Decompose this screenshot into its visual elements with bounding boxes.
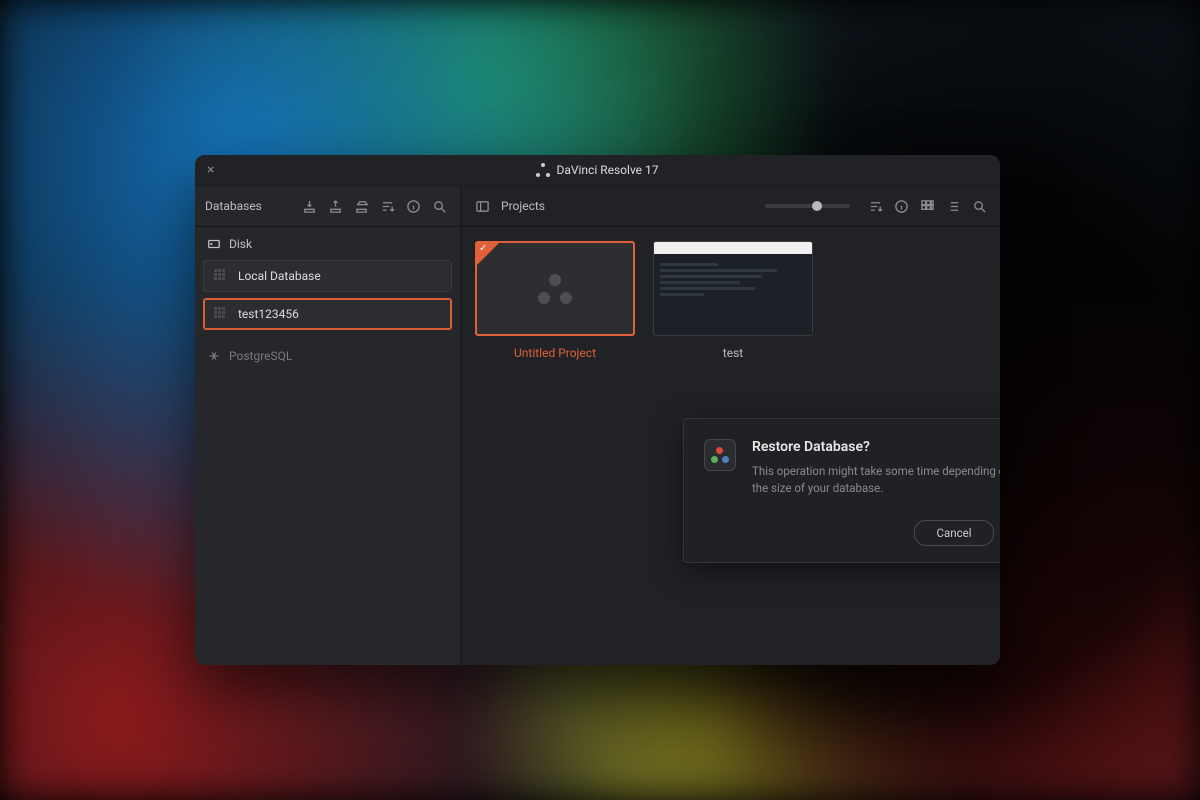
dialog-title: Restore Database? — [752, 439, 1000, 455]
database-item-local[interactable]: Local Database — [203, 260, 452, 292]
postgresql-section-header[interactable]: PostgreSQL — [195, 333, 460, 369]
db-restore-icon[interactable] — [350, 195, 372, 217]
placeholder-logo-icon — [538, 274, 572, 304]
projects-panel: Projects Untitled Project — [461, 186, 1000, 665]
search-icon[interactable] — [968, 195, 990, 217]
db-backup-icon[interactable] — [324, 195, 346, 217]
drag-handle-icon — [214, 269, 228, 283]
toggle-sidebar-icon[interactable] — [471, 195, 493, 217]
close-window-button[interactable]: × — [207, 162, 214, 178]
restore-database-dialog: Restore Database? This operation might t… — [683, 418, 1000, 563]
project-thumbnail — [475, 241, 635, 336]
network-icon — [207, 349, 221, 363]
disk-icon — [207, 237, 221, 251]
disk-label: Disk — [229, 237, 252, 251]
drag-handle-icon — [214, 307, 228, 321]
databases-toolbar: Databases — [195, 186, 460, 227]
project-card-untitled[interactable]: Untitled Project — [475, 241, 635, 360]
app-title-label: DaVinci Resolve 17 — [556, 163, 658, 177]
sort-icon[interactable] — [376, 195, 398, 217]
list-view-icon[interactable] — [942, 195, 964, 217]
databases-sidebar: Databases Disk Local Database test123456 — [195, 186, 461, 665]
dialog-message: This operation might take some time depe… — [752, 463, 1000, 498]
cancel-button[interactable]: Cancel — [914, 520, 994, 546]
project-name-label: test — [653, 346, 813, 360]
search-icon[interactable] — [428, 195, 450, 217]
db-connect-icon[interactable] — [298, 195, 320, 217]
grid-view-icon[interactable] — [916, 195, 938, 217]
window-title: DaVinci Resolve 17 — [536, 163, 658, 177]
projects-header-label: Projects — [501, 199, 545, 213]
projects-toolbar: Projects — [461, 186, 1000, 227]
thumbnail-zoom-slider[interactable] — [765, 204, 850, 208]
project-thumbnail — [653, 241, 813, 336]
postgresql-label: PostgreSQL — [229, 349, 292, 363]
database-item-label: Local Database — [238, 269, 321, 283]
databases-header-label: Databases — [205, 199, 294, 213]
project-card-test[interactable]: test — [653, 241, 813, 360]
project-manager-window: × DaVinci Resolve 17 Databases Disk — [195, 155, 1000, 665]
disk-section-header: Disk — [195, 227, 460, 257]
projects-grid: Untitled Project test — [461, 227, 1000, 374]
window-titlebar: × DaVinci Resolve 17 — [195, 155, 1000, 186]
info-icon[interactable] — [402, 195, 424, 217]
sort-icon[interactable] — [864, 195, 886, 217]
app-icon — [704, 439, 736, 471]
info-icon[interactable] — [890, 195, 912, 217]
project-name-label: Untitled Project — [475, 346, 635, 360]
app-logo-icon — [536, 163, 550, 177]
database-item-test123456[interactable]: test123456 — [203, 298, 452, 330]
database-item-label: test123456 — [238, 307, 299, 321]
checkmark-badge-icon — [477, 243, 499, 265]
